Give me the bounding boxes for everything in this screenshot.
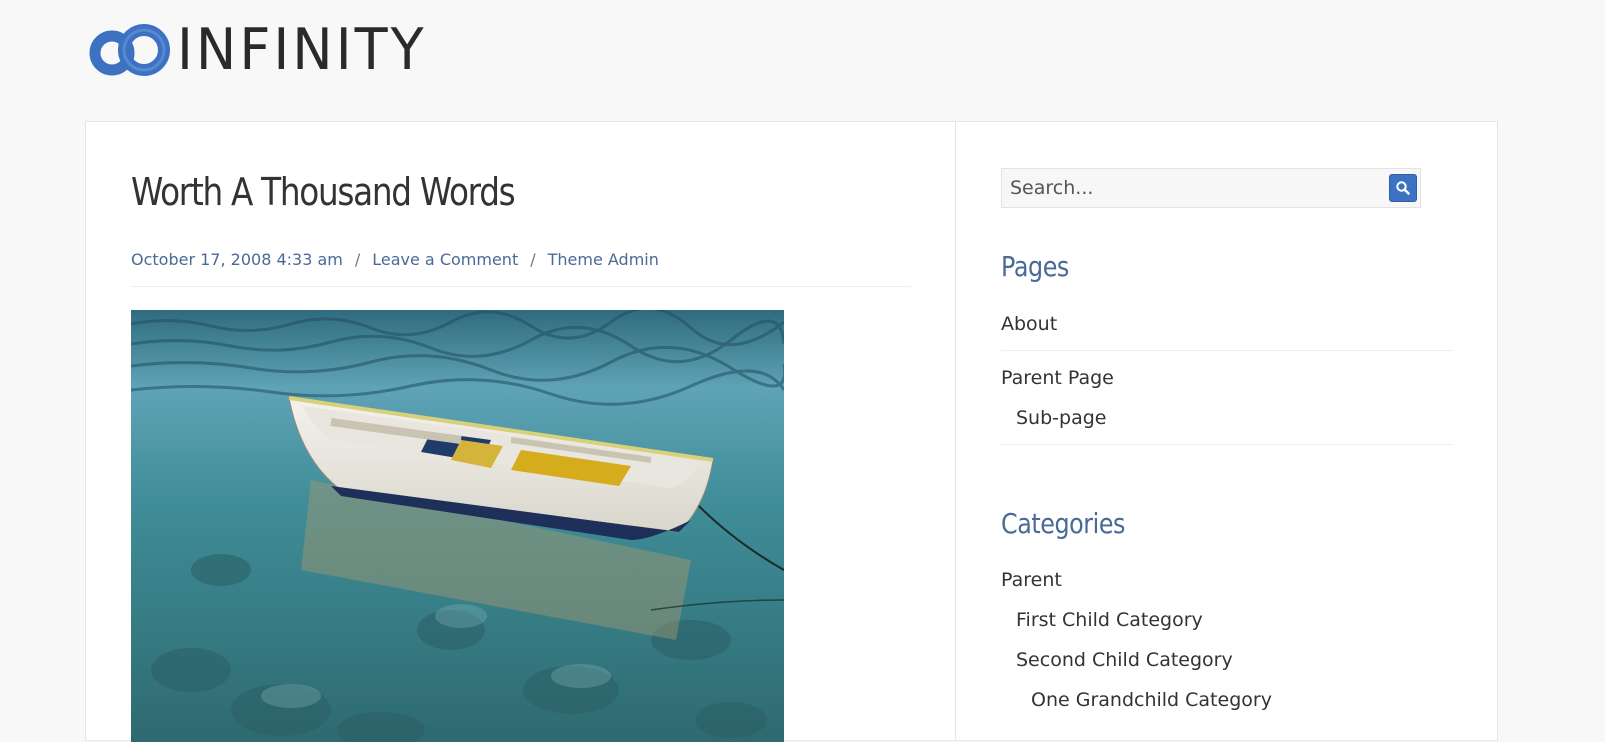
pages-widget-title: Pages (1001, 250, 1069, 283)
categories-list: Parent First Child Category Second Child… (1001, 560, 1453, 720)
pages-list: About Parent Page Sub-page (1001, 304, 1453, 445)
categories-widget-title: Categories (1001, 507, 1126, 540)
meta-separator: / (354, 250, 361, 269)
category-item-second-child[interactable]: Second Child Category (1001, 640, 1453, 680)
site-logo-text[interactable]: INFINITY (177, 21, 427, 79)
search-form (1001, 168, 1421, 208)
magnifier-icon (1396, 181, 1410, 195)
category-item-grandchild[interactable]: One Grandchild Category (1001, 680, 1453, 720)
category-item-parent[interactable]: Parent (1001, 560, 1453, 600)
site-header: INFINITY (85, 18, 427, 82)
page-item-sub-page[interactable]: Sub-page (1001, 398, 1453, 445)
boat-photo[interactable] (131, 310, 784, 742)
post-author-link[interactable]: Theme Admin (548, 250, 659, 269)
page-item-parent-page[interactable]: Parent Page (1001, 358, 1453, 398)
main-content: Worth A Thousand Words October 17, 2008 … (86, 122, 956, 742)
content-container: Worth A Thousand Words October 17, 2008 … (85, 121, 1499, 742)
infinity-rings-icon[interactable] (85, 20, 173, 80)
sidebar: Pages About Parent Page Sub-page Categor… (956, 122, 1499, 740)
search-button[interactable] (1389, 174, 1417, 202)
meta-separator: / (530, 250, 536, 269)
post-title[interactable]: Worth A Thousand Words (131, 170, 516, 214)
search-input[interactable] (1002, 169, 1378, 207)
category-item-first-child[interactable]: First Child Category (1001, 600, 1453, 640)
page-item-about[interactable]: About (1001, 304, 1453, 351)
post-meta: October 17, 2008 4:33 am / Leave a Comment… (131, 250, 911, 287)
leave-comment-link[interactable]: Leave a Comment (372, 250, 518, 269)
post-date-link[interactable]: October 17, 2008 4:33 am (131, 250, 343, 269)
